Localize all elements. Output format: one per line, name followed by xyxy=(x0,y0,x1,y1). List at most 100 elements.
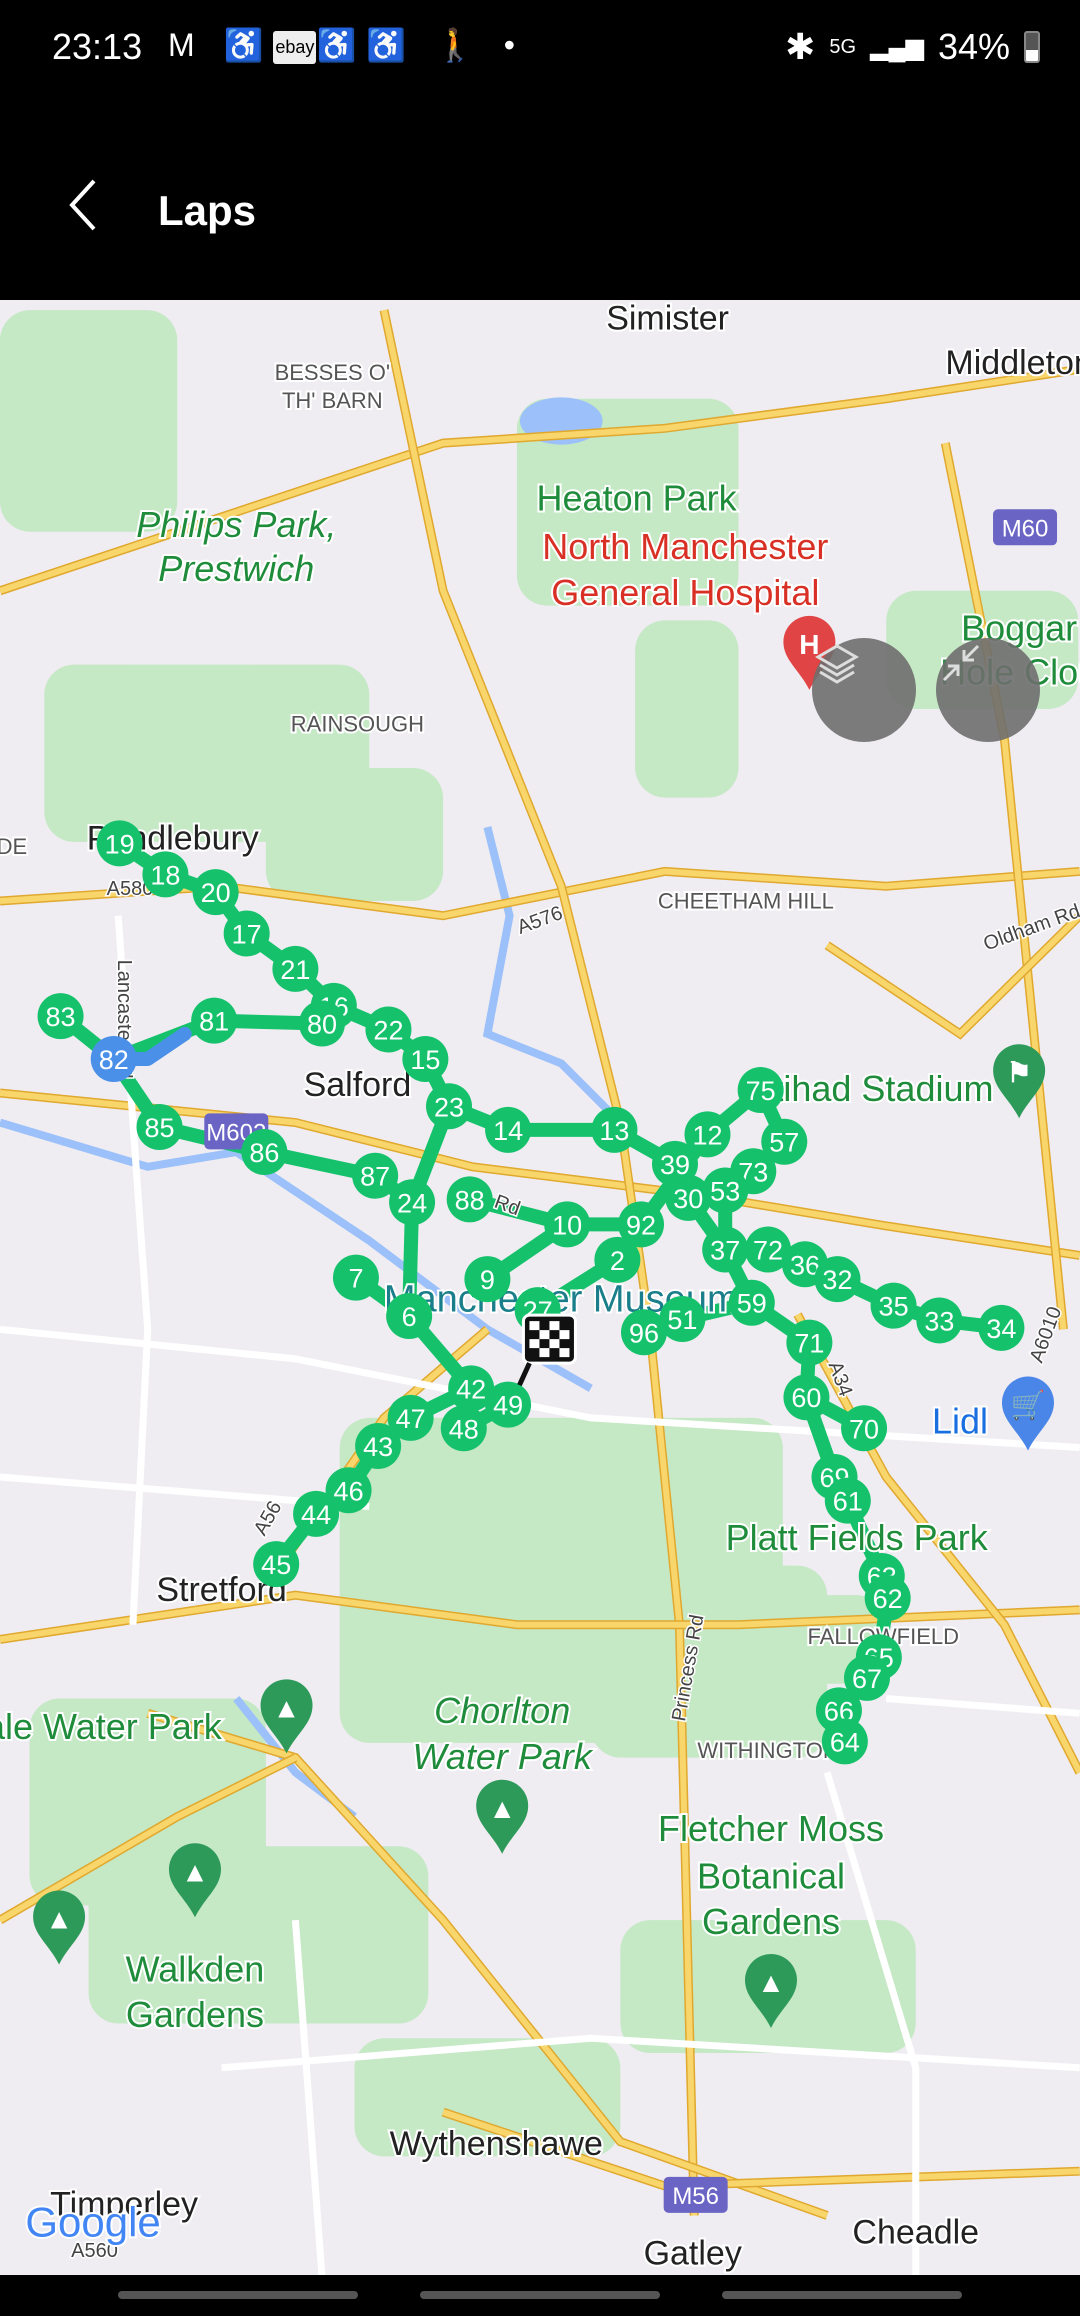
lap-marker[interactable]: 14 xyxy=(485,1106,532,1153)
lap-label: 67 xyxy=(852,1664,882,1694)
lap-marker[interactable]: 70 xyxy=(841,1405,888,1452)
lap-label: 64 xyxy=(830,1727,860,1757)
lap-marker[interactable]: 48 xyxy=(440,1405,487,1452)
lap-marker[interactable]: 80 xyxy=(298,1000,345,1047)
lap-marker[interactable]: 88 xyxy=(446,1176,493,1223)
lap-marker[interactable]: 85 xyxy=(136,1103,183,1150)
place-label: Water Park xyxy=(412,1736,593,1777)
lap-label: 72 xyxy=(753,1236,783,1266)
lap-label: 19 xyxy=(105,829,135,859)
lap-marker[interactable]: 15 xyxy=(402,1036,449,1083)
map-canvas[interactable]: Simister BESSES O' TH' BARN Philips Park,Pr… xyxy=(0,300,1080,2275)
shopping-cart-icon[interactable]: 🛒 xyxy=(1001,1376,1054,1451)
lap-marker[interactable]: 34 xyxy=(978,1304,1025,1351)
lap-label: 82 xyxy=(99,1045,129,1075)
road-label: A576 xyxy=(514,902,565,939)
lap-label: 30 xyxy=(673,1184,703,1214)
road-label: A6010 xyxy=(1026,1304,1066,1366)
lap-marker[interactable]: 59 xyxy=(728,1279,775,1326)
place-label: Fletcher Moss xyxy=(658,1808,884,1849)
collapse-button[interactable] xyxy=(936,638,1040,742)
lap-marker[interactable]: 18 xyxy=(142,851,189,898)
lap-marker[interactable]: 96 xyxy=(620,1309,667,1356)
lap-label: 81 xyxy=(199,1007,229,1037)
lap-marker[interactable]: 32 xyxy=(814,1256,861,1303)
collapse-icon xyxy=(942,644,980,682)
lap-marker[interactable]: 87 xyxy=(352,1152,399,1199)
lap-label: 10 xyxy=(552,1210,582,1240)
lap-label: 42 xyxy=(456,1374,486,1404)
lap-marker[interactable]: 71 xyxy=(786,1319,833,1366)
lap-marker[interactable]: 23 xyxy=(426,1083,473,1130)
motorway-label: M60 xyxy=(1002,515,1049,542)
ebay-icon: ebay xyxy=(273,31,317,65)
motorway-label: M56 xyxy=(672,2183,719,2210)
bluetooth-icon: ✱ xyxy=(785,26,816,67)
place-label: Walkden xyxy=(126,1948,265,1989)
lap-marker[interactable]: 19 xyxy=(96,820,143,867)
lap-marker[interactable]: 7 xyxy=(332,1254,379,1301)
lap-marker[interactable]: 24 xyxy=(389,1179,436,1226)
lap-label: 59 xyxy=(737,1289,767,1319)
lap-marker[interactable]: 35 xyxy=(870,1282,917,1329)
place-label: RAINSOUGH xyxy=(291,711,424,736)
lap-marker[interactable]: 33 xyxy=(916,1297,963,1344)
place-label: North Manchester xyxy=(542,526,828,567)
lap-marker[interactable]: 62 xyxy=(864,1575,911,1622)
lap-marker[interactable]: 44 xyxy=(293,1490,340,1537)
lap-label: 20 xyxy=(201,878,231,908)
lap-label: 51 xyxy=(667,1305,697,1335)
lap-marker[interactable]: 45 xyxy=(253,1541,300,1588)
park-area xyxy=(265,768,444,901)
lap-marker[interactable]: 21 xyxy=(272,945,319,992)
lap-marker[interactable]: 17 xyxy=(223,910,270,957)
lap-marker[interactable]: 60 xyxy=(783,1374,830,1421)
park-tree-icon[interactable]: ▲ xyxy=(476,1779,529,1854)
lap-marker[interactable]: 30 xyxy=(665,1174,712,1221)
lap-marker[interactable]: 64 xyxy=(821,1718,868,1765)
svg-text:▲: ▲ xyxy=(181,1856,209,1887)
page-title: Laps xyxy=(158,187,257,234)
lap-marker[interactable]: 37 xyxy=(702,1226,749,1273)
lap-label: 85 xyxy=(144,1113,174,1143)
lap-label: 88 xyxy=(455,1185,485,1215)
lap-marker[interactable]: 12 xyxy=(684,1111,731,1158)
lap-label: 24 xyxy=(397,1188,427,1218)
road-label: A56 xyxy=(250,1497,287,1539)
lap-marker[interactable]: 92 xyxy=(618,1201,665,1248)
lap-marker[interactable]: 83 xyxy=(37,993,84,1040)
lap-label: 6 xyxy=(402,1302,417,1332)
lap-label: 45 xyxy=(261,1550,291,1580)
layers-button[interactable] xyxy=(812,638,916,742)
lap-marker[interactable]: 61 xyxy=(824,1477,871,1524)
map-view[interactable]: Simister BESSES O' TH' BARN Philips Park, Pr… xyxy=(0,300,1080,2275)
lap-marker[interactable]: 20 xyxy=(192,869,239,916)
lap-marker[interactable]: 9 xyxy=(464,1256,511,1303)
lap-marker[interactable]: 13 xyxy=(591,1106,638,1153)
lap-marker[interactable]: 86 xyxy=(241,1129,288,1176)
lap-marker[interactable]: 81 xyxy=(191,997,238,1044)
svg-text:▲: ▲ xyxy=(488,1793,516,1824)
lap-label: 61 xyxy=(833,1487,863,1517)
place-label: Heaton Park xyxy=(537,477,738,518)
lap-marker[interactable]: 43 xyxy=(355,1422,402,1469)
place-label: Botanical xyxy=(697,1855,845,1896)
lap-label: 12 xyxy=(692,1120,722,1150)
place-label: WITHINGTON xyxy=(697,1738,838,1763)
back-button[interactable] xyxy=(60,175,110,235)
svg-text:🛒: 🛒 xyxy=(1011,1389,1046,1422)
lap-marker[interactable]: 49 xyxy=(485,1381,532,1428)
clock: 23:13 xyxy=(52,26,143,67)
lap-marker[interactable]: 22 xyxy=(365,1006,412,1053)
network-type: 5G xyxy=(829,35,857,58)
lap-label: 46 xyxy=(334,1476,364,1506)
lap-marker[interactable]: 6 xyxy=(386,1293,433,1340)
lap-label: 34 xyxy=(986,1314,1016,1344)
lap-marker[interactable]: 10 xyxy=(544,1201,591,1248)
lap-label: 96 xyxy=(629,1318,659,1348)
lap-marker[interactable]: 82 xyxy=(90,1036,137,1083)
park-tree-icon[interactable]: ▲ xyxy=(33,1890,86,1965)
lap-label: 48 xyxy=(449,1414,479,1444)
lap-label: 87 xyxy=(360,1162,390,1192)
lap-marker[interactable]: 75 xyxy=(737,1067,784,1114)
